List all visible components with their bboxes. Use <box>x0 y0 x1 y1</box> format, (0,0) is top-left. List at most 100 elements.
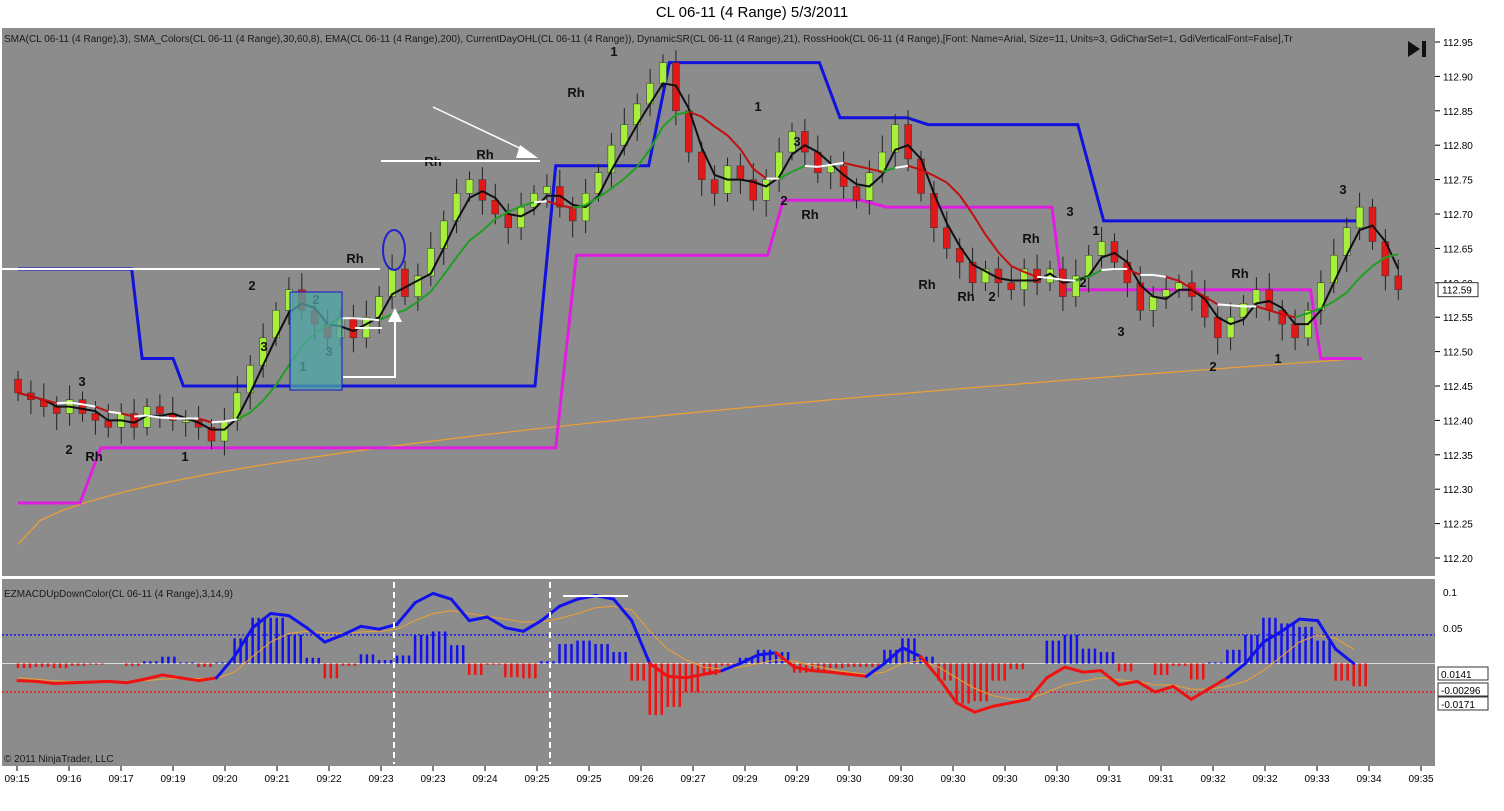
macd-line-segment <box>16 679 38 683</box>
time-tick-label: 09:16 <box>56 774 81 785</box>
macd-line-segment <box>828 670 850 676</box>
time-tick-label: 09:24 <box>472 774 497 785</box>
macd-line-segment <box>88 679 110 684</box>
price-tick-label: 112.35 <box>1443 451 1473 462</box>
time-tick-label: 09:17 <box>108 774 133 785</box>
time-tick-label: 09:30 <box>992 774 1017 785</box>
time-tick-label: 09:34 <box>1356 774 1381 785</box>
sma-colors-segment <box>1101 268 1115 272</box>
rosshook-label: 3 <box>78 374 85 389</box>
time-tick-label: 09:19 <box>160 774 185 785</box>
sma-colors-segment <box>1217 303 1231 307</box>
rosshook-label: 2 <box>248 278 255 293</box>
price-tick-label: 112.20 <box>1443 554 1473 565</box>
macd-value-label: 0.0141 <box>1441 670 1472 681</box>
time-tick-label: 09:29 <box>784 774 809 785</box>
rosshook-label: 2 <box>1079 275 1086 290</box>
time-tick-label: 09:31 <box>1096 774 1121 785</box>
time-tick-label: 09:32 <box>1252 774 1277 785</box>
rosshook-label: Rh <box>1231 266 1248 281</box>
rosshook-label: 1 <box>181 449 188 464</box>
price-tick-label: 112.45 <box>1443 382 1473 393</box>
macd-line-segment <box>846 672 868 678</box>
sma-colors-segment <box>56 401 70 405</box>
time-tick-label: 09:32 <box>1200 774 1225 785</box>
rosshook-label: Rh <box>567 85 584 100</box>
macd-indicator-label: EZMACDUpDownColor(CL 06-11 (4 Range),3,1… <box>4 589 233 600</box>
price-panel-background <box>2 28 1435 576</box>
rosshook-label: 1 <box>754 99 761 114</box>
price-indicator-label: SMA(CL 06-11 (4 Range),3), SMA_Colors(CL… <box>4 34 1293 45</box>
price-tick-label: 112.55 <box>1443 313 1473 324</box>
macd-line-segment <box>1081 669 1103 674</box>
time-tick-label: 09:27 <box>680 774 705 785</box>
sma-colors-segment <box>1062 278 1076 282</box>
rosshook-label: Rh <box>476 147 493 162</box>
rosshook-label: Rh <box>918 277 935 292</box>
time-tick-label: 09:31 <box>1148 774 1173 785</box>
macd-line-segment <box>106 679 128 685</box>
price-tick-label: 112.90 <box>1443 72 1473 83</box>
price-tick-label: 112.30 <box>1443 485 1473 496</box>
macd-value-label: -0.0171 <box>1441 700 1475 711</box>
rosshook-label: 1 <box>1092 223 1099 238</box>
skip-to-end-icon[interactable] <box>1405 38 1429 60</box>
sma-colors-segment <box>1037 275 1051 279</box>
time-tick-label: 09:26 <box>628 774 653 785</box>
time-tick-label: 09:20 <box>212 774 237 785</box>
price-tick-label: 112.25 <box>1443 520 1473 531</box>
macd-line-segment <box>666 674 688 680</box>
rosshook-label: 1 <box>610 44 617 59</box>
time-tick-label: 09:23 <box>368 774 393 785</box>
macd-line-segment <box>810 669 832 674</box>
time-tick-label: 09:25 <box>524 774 549 785</box>
time-tick-label: 09:35 <box>1408 774 1433 785</box>
macd-line-segment <box>1298 617 1320 623</box>
panel-separator[interactable] <box>0 576 1504 579</box>
rosshook-label: 3 <box>793 134 800 149</box>
rosshook-label: Rh <box>85 449 102 464</box>
sma-colors-segment <box>804 164 818 168</box>
price-tick-label: 112.95 <box>1443 38 1473 49</box>
chart-canvas[interactable]: 112.95 112.90 112.85 112.80 112.75 112.70 112.… <box>0 0 1504 811</box>
macd-tick-label: 0.05 <box>1443 624 1463 635</box>
sma-colors-segment <box>159 416 173 420</box>
macd-tick-label: 0.1 <box>1443 588 1457 599</box>
macd-value-label: -0.00296 <box>1441 686 1481 697</box>
rosshook-label: 3 <box>1339 182 1346 197</box>
sma-colors-segment <box>211 420 225 424</box>
copyright-label: © 2011 NinjaTrader, LLC <box>4 754 114 765</box>
price-tick-label: 112.80 <box>1443 141 1473 152</box>
time-tick-label: 09:30 <box>888 774 913 785</box>
rosshook-label: 2 <box>1209 359 1216 374</box>
price-tick-label: 112.75 <box>1443 176 1473 187</box>
sma-colors-segment <box>1230 304 1244 308</box>
time-axis-background <box>0 766 1504 811</box>
rosshook-label: 3 <box>1117 324 1124 339</box>
consolidation-box <box>289 291 343 391</box>
rosshook-label: Rh <box>346 251 363 266</box>
rosshook-label: 2 <box>65 442 72 457</box>
price-tick-label: 112.85 <box>1443 107 1473 118</box>
time-tick-label: 09:30 <box>940 774 965 785</box>
rosshook-label: 3 <box>1066 204 1073 219</box>
time-tick-label: 09:21 <box>264 774 289 785</box>
rosshook-label: Rh <box>1022 231 1039 246</box>
rosshook-label: 1 <box>1274 351 1281 366</box>
macd-line-segment <box>52 681 74 686</box>
rosshook-label: Rh <box>801 207 818 222</box>
sma-colors-segment <box>134 414 148 418</box>
macd-line-segment <box>756 651 778 657</box>
sma-colors-segment <box>353 317 367 321</box>
macd-line-segment <box>34 679 56 686</box>
macd-line-segment <box>269 611 291 618</box>
time-tick-label: 09:23 <box>420 774 445 785</box>
time-tick-label: 09:30 <box>836 774 861 785</box>
time-tick-label: 09:30 <box>1044 774 1069 785</box>
time-tick-label: 09:15 <box>4 774 29 785</box>
macd-line-segment <box>70 680 92 685</box>
time-tick-label: 09:33 <box>1304 774 1329 785</box>
rosshook-label: 2 <box>780 193 787 208</box>
price-tick-label: 112.40 <box>1443 416 1473 427</box>
rosshook-label: Rh <box>957 289 974 304</box>
